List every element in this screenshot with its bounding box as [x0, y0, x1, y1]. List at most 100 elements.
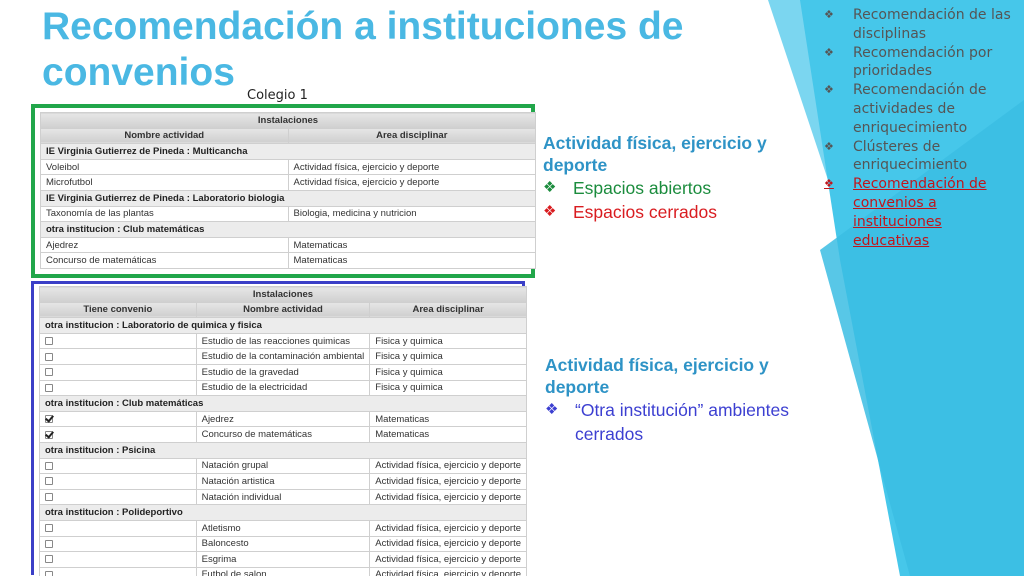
- note-item: ❖ Espacios cerrados: [543, 200, 808, 224]
- table-row: Concurso de matemáticas Matematicas: [39, 426, 527, 443]
- discipline-area: Actividad física, ejercicio y deporte: [369, 535, 527, 553]
- activity-name: Concurso de matemáticas: [40, 252, 289, 269]
- diamond-bullet-icon: ❖: [824, 139, 834, 153]
- diamond-bullet-icon: ❖: [824, 8, 834, 21]
- table-row: Natación artistica Actividad física, ejer…: [39, 473, 527, 490]
- sidebar-item-label: Clústeres de enriquecimiento: [853, 138, 968, 174]
- table-row: Estudio de la electricidad Fisica y quimi…: [39, 379, 527, 397]
- convenios-table: Instalaciones Tiene convenio Nombre acti…: [39, 286, 527, 576]
- discipline-area: Fisica y quimica: [369, 348, 527, 365]
- activity-name: Taxonomía de las plantas: [40, 205, 289, 223]
- convenio-cell: [39, 410, 197, 428]
- convenio-checkbox[interactable]: [45, 570, 53, 576]
- activity-name: Estudio de las reacciones quimicas: [195, 332, 371, 350]
- convenio-checkbox[interactable]: [45, 368, 53, 377]
- group-label: otra institucion : Club matemáticas: [40, 221, 536, 238]
- activity-name: Baloncesto: [195, 535, 371, 553]
- table-group-row: otra institucion : Laboratorio de quimic…: [39, 317, 527, 334]
- diamond-bullet-icon: ❖: [824, 83, 834, 97]
- diamond-bullet-icon: ❖: [543, 203, 557, 220]
- group-label: IE Virginia Gutierrez de Pineda : Multic…: [40, 143, 536, 160]
- table-group-row: IE Virginia Gutierrez de Pineda : Multic…: [40, 143, 536, 160]
- convenio-cell: [39, 363, 197, 381]
- table-header: Instalaciones: [40, 112, 536, 129]
- column-header: Tiene convenio: [39, 301, 197, 319]
- convenio-checkbox[interactable]: [45, 461, 53, 470]
- table-row: Ajedrez Matematicas: [39, 410, 527, 428]
- sidebar-item[interactable]: ❖ Recomendación de actividades de enrique…: [822, 81, 1022, 137]
- sidebar-item-label: Recomendación de actividades de enriquec…: [853, 82, 987, 136]
- activity-name: Concurso de matemáticas: [195, 426, 371, 443]
- group-label: otra institucion : Laboratorio de quimic…: [39, 317, 527, 334]
- table-row: Estudio de las reacciones quimicas Fisica…: [39, 332, 527, 350]
- convenio-checkbox[interactable]: [45, 477, 53, 486]
- activity-name: Voleibol: [40, 158, 289, 176]
- convenio-cell: [39, 535, 197, 553]
- activity-name: Natación grupal: [195, 457, 371, 475]
- convenio-cell: [39, 551, 197, 568]
- sidebar-item-label: Recomendación de convenios a institucion…: [853, 176, 987, 249]
- discipline-area: Actividad física, ejercicio y deporte: [287, 174, 536, 191]
- column-header: Area disciplinar: [369, 301, 527, 319]
- table-group-row: otra institucion : Polideportivo: [39, 504, 527, 521]
- activity-name: Futbol de salon: [195, 566, 371, 576]
- group-label: IE Virginia Gutierrez de Pineda : Labora…: [40, 189, 536, 207]
- group-label: otra institucion : Psicina: [39, 441, 527, 459]
- sidebar-item-label: Recomendación por prioridades: [853, 44, 993, 80]
- activity-name: Microfutbol: [40, 174, 289, 191]
- activity-name: Estudio de la electricidad: [195, 379, 371, 397]
- diamond-bullet-icon: ❖: [824, 177, 834, 191]
- note-item: ❖ “Otra institución” ambientes cerrados: [545, 398, 835, 446]
- table-row: Atletismo Actividad física, ejercicio y d…: [39, 519, 527, 537]
- column-header: Area disciplinar: [287, 127, 536, 145]
- note-item-text: “Otra institución” ambientes cerrados: [575, 400, 789, 444]
- sidebar-item[interactable]: ❖ Clústeres de enriquecimiento: [822, 138, 1022, 176]
- discipline-area: Fisica y quimica: [369, 363, 527, 381]
- convenio-checkbox[interactable]: [45, 352, 53, 361]
- table-row: Estudio de la gravedad Fisica y quimica: [39, 363, 527, 381]
- convenio-checkbox[interactable]: [45, 555, 53, 564]
- diamond-bullet-icon: ❖: [543, 179, 557, 196]
- activity-name: Esgrima: [195, 551, 371, 568]
- discipline-area: Actividad física, ejercicio y deporte: [287, 158, 536, 176]
- convenio-checkbox[interactable]: [45, 524, 53, 533]
- activity-name: Ajedrez: [195, 410, 371, 428]
- convenio-checkbox[interactable]: [45, 383, 53, 392]
- group-label: otra institucion : Club matemáticas: [39, 395, 527, 412]
- sidebar-item[interactable]: ❖ Recomendación de convenios a institucio…: [822, 175, 1022, 250]
- discipline-area: Matematicas: [287, 236, 536, 254]
- discipline-area: Actividad física, ejercicio y deporte: [369, 519, 527, 537]
- discipline-area: Actividad física, ejercicio y deporte: [369, 488, 527, 506]
- table-row: Voleibol Actividad física, ejercicio y de…: [40, 158, 536, 176]
- note-heading: Actividad física, ejercicio y deporte: [545, 355, 769, 397]
- discipline-area: Fisica y quimica: [369, 379, 527, 397]
- sidebar-item[interactable]: ❖ Recomendación de las disciplinas: [822, 6, 1022, 44]
- note-item-text: Espacios abiertos: [573, 178, 712, 198]
- activity-name: Ajedrez: [40, 236, 289, 254]
- table-body: IE Virginia Gutierrez de Pineda : Multic…: [40, 143, 536, 269]
- convenio-checkbox[interactable]: [45, 493, 53, 501]
- table-row: Esgrima Actividad física, ejercicio y dep…: [39, 551, 527, 568]
- slide-title: Recomendación a instituciones de conveni…: [42, 5, 684, 94]
- note-heading: Actividad física, ejercicio y deporte: [543, 133, 767, 175]
- convenio-checkbox[interactable]: [45, 539, 53, 548]
- activity-name: Natación individual: [195, 488, 371, 506]
- table-row: Futbol de salon Actividad física, ejercic…: [39, 566, 527, 576]
- instalaciones-table: Instalaciones Nombre actividad Area disc…: [40, 112, 536, 269]
- discipline-area: Biologia, medicina y nutricion: [287, 205, 536, 223]
- activity-name: Atletismo: [195, 519, 371, 537]
- convenio-checkbox[interactable]: [45, 430, 53, 439]
- convenio-checkbox[interactable]: [45, 337, 53, 346]
- activity-name: Estudio de la contaminación ambiental: [195, 348, 371, 365]
- table-body: otra institucion : Laboratorio de quimic…: [39, 317, 527, 576]
- table-row: Taxonomía de las plantas Biologia, medici…: [40, 205, 536, 223]
- discipline-area: Matematicas: [369, 426, 527, 443]
- convenios-table-frame: Instalaciones Tiene convenio Nombre acti…: [31, 281, 527, 576]
- convenio-cell: [39, 348, 197, 365]
- diamond-bullet-icon: ❖: [824, 45, 834, 59]
- sidebar-item[interactable]: ❖ Recomendación por prioridades: [822, 44, 1022, 82]
- convenio-checkbox[interactable]: [45, 415, 53, 424]
- discipline-area: Matematicas: [287, 252, 536, 269]
- note-otra-institucion: Actividad física, ejercicio y deporte ❖ “…: [545, 354, 835, 446]
- discipline-area: Fisica y quimica: [369, 332, 527, 350]
